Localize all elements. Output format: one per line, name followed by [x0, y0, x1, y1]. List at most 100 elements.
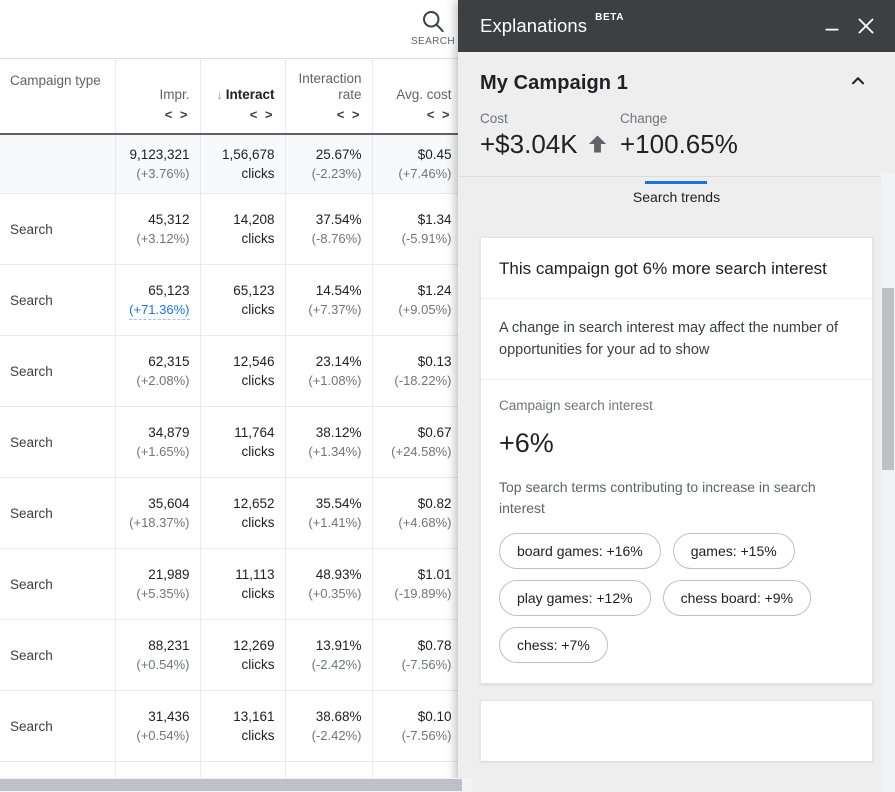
cell-interactions-unit: clicks — [211, 164, 275, 183]
cell-interaction-rate-value: 13.91% — [296, 636, 362, 655]
column-header-interactions[interactable]: ↓Interact < > — [200, 59, 285, 134]
tab-search-trends[interactable]: Search trends — [617, 181, 736, 215]
cell-interaction-rate: 48.93%(+0.35%) — [285, 549, 372, 620]
chart-delta-value: +6% — [499, 427, 609, 459]
cell-avg-cost-delta: (-18.22%) — [383, 371, 452, 390]
cell-interaction-rate: 14.54%(+7.37%) — [285, 265, 372, 336]
cell-interactions-value: 14,208 — [211, 210, 275, 229]
sort-descending-icon: ↓ — [216, 87, 223, 102]
table-row[interactable]: Search45,312(+3.12%)14,208clicks37.54%(-… — [0, 194, 472, 265]
column-header-campaign-type[interactable]: Campaign type — [0, 59, 115, 134]
cell-impressions: 62,315(+2.08%) — [115, 336, 200, 407]
table-body: 9,123,321(+3.76%)1,56,678clicks25.67%(-2… — [0, 134, 472, 792]
column-resize-handle[interactable]: < > — [126, 107, 190, 123]
cell-campaign-type: Search — [0, 336, 115, 407]
search-term-chip[interactable]: games: +15% — [673, 533, 795, 569]
column-header-avg-cost[interactable]: Avg. cost < > — [372, 59, 462, 134]
cell-interactions-unit: clicks — [211, 371, 275, 390]
column-header-impressions[interactable]: Impr. < > — [115, 59, 200, 134]
cell-impressions-delta[interactable]: (+71.36%) — [129, 300, 189, 320]
top-terms-label: Top search terms contributing to increas… — [499, 477, 854, 519]
cell-avg-cost-delta: (-19.89%) — [383, 584, 452, 603]
cell-avg-cost-delta: (+24.58%) — [383, 442, 452, 461]
cell-impressions: 34,879(+1.65%) — [115, 407, 200, 478]
arrow-up-icon — [588, 133, 607, 155]
search-term-chip[interactable]: play games: +12% — [499, 580, 651, 616]
cell-interactions-value: 13,161 — [211, 707, 275, 726]
minimize-button[interactable] — [815, 9, 849, 43]
cell-campaign-type: Search — [0, 620, 115, 691]
cell-interactions-value: 1,56,678 — [211, 145, 275, 164]
column-header-text: Interact — [226, 87, 275, 102]
cell-avg-cost-delta: (-7.56%) — [383, 655, 452, 674]
column-resize-handle[interactable]: < > — [296, 107, 362, 123]
table-summary-row[interactable]: 9,123,321(+3.76%)1,56,678clicks25.67%(-2… — [0, 134, 472, 194]
cell-interaction-rate-delta: (-2.42%) — [296, 726, 362, 745]
collapse-button[interactable] — [843, 68, 873, 99]
search-term-chip[interactable]: chess board: +9% — [663, 580, 811, 616]
cell-avg-cost: $0.13(-18.22%) — [372, 336, 462, 407]
cell-interaction-rate-value: 48.93% — [296, 565, 362, 584]
cell-impressions: 65,123(+71.36%) — [115, 265, 200, 336]
cell-campaign-type — [0, 134, 115, 194]
cell-interaction-rate: 37.54%(-8.76%) — [285, 194, 372, 265]
search-term-chip[interactable]: chess: +7% — [499, 627, 608, 663]
cell-interaction-rate: 38.12%(+1.34%) — [285, 407, 372, 478]
cell-avg-cost-value: $0.10 — [383, 707, 452, 726]
card-description: A change in search interest may affect t… — [481, 299, 872, 380]
cell-avg-cost-value: $0.78 — [383, 636, 452, 655]
cell-impressions: 45,312(+3.12%) — [115, 194, 200, 265]
cell-avg-cost-value: $1.24 — [383, 281, 452, 300]
cell-impressions-delta: (+3.76%) — [126, 164, 190, 183]
table-row[interactable]: Search21,989(+5.35%)11,113clicks48.93%(+… — [0, 549, 472, 620]
column-resize-handle[interactable]: < > — [211, 107, 275, 123]
table-row[interactable]: Search88,231(+0.54%)12,269clicks13.91%(-… — [0, 620, 472, 691]
cell-interactions-value: 12,546 — [211, 352, 275, 371]
campaign-name-row: My Campaign 1 — [480, 68, 873, 99]
cell-avg-cost-delta: (+9.05%) — [383, 300, 452, 319]
cell-interactions: 12,269clicks — [200, 620, 285, 691]
close-button[interactable] — [849, 9, 883, 43]
cell-interaction-rate-value: 23.14% — [296, 352, 362, 371]
cell-avg-cost-value: $0.45 — [383, 145, 452, 164]
chevron-up-icon — [847, 79, 869, 96]
cell-interactions-value: 11,764 — [211, 423, 275, 442]
cell-interaction-rate-delta: (+7.37%) — [296, 300, 362, 319]
cell-campaign-type: Search — [0, 194, 115, 265]
cell-campaign-type: Search — [0, 549, 115, 620]
cell-interactions: 65,123clicks — [200, 265, 285, 336]
cell-avg-cost: $0.10(-7.56%) — [372, 691, 462, 762]
search-term-chip[interactable]: board games: +16% — [499, 533, 661, 569]
campaigns-table: Campaign type Impr. < > ↓Interact < > In… — [0, 59, 472, 792]
horizontal-scrollbar-thumb[interactable] — [0, 779, 462, 791]
horizontal-scrollbar[interactable] — [0, 778, 472, 792]
table-row[interactable]: Search35,604(+18.37%)12,652clicks35.54%(… — [0, 478, 472, 549]
search-button[interactable]: SEARCH — [402, 7, 464, 47]
chart-section-label: Campaign search interest — [499, 398, 854, 413]
cell-interaction-rate-delta: (+0.35%) — [296, 584, 362, 603]
table-row[interactable]: Search34,879(+1.65%)11,764clicks38.12%(+… — [0, 407, 472, 478]
cell-interaction-rate-value: 14.54% — [296, 281, 362, 300]
screen: SEARCH Campaign type Impr. < > — [0, 0, 895, 792]
cell-interactions-value: 65,123 — [211, 281, 275, 300]
metric-cost-label: Cost — [480, 111, 620, 126]
column-resize-handle[interactable]: < > — [383, 107, 452, 123]
cell-avg-cost: $1.24(+9.05%) — [372, 265, 462, 336]
panel-vertical-scrollbar[interactable] — [881, 173, 895, 792]
panel-vertical-scrollbar-thumb[interactable] — [882, 288, 894, 470]
cell-campaign-type: Search — [0, 407, 115, 478]
metric-change-value: +100.65% — [620, 128, 738, 160]
table-row[interactable]: Search31,436(+0.54%)13,161clicks38.68%(-… — [0, 691, 472, 762]
table-row[interactable]: Search65,123(+71.36%)65,123clicks14.54%(… — [0, 265, 472, 336]
cell-impressions-delta: (+3.12%) — [126, 229, 190, 248]
cell-avg-cost-delta: (+4.68%) — [383, 513, 452, 532]
cell-campaign-type: Search — [0, 478, 115, 549]
cell-impressions-delta: (+5.35%) — [126, 584, 190, 603]
campaign-name: My Campaign 1 — [480, 72, 628, 95]
table-row[interactable]: Search62,315(+2.08%)12,546clicks23.14%(+… — [0, 336, 472, 407]
minimize-icon — [821, 15, 843, 37]
beta-badge: BETA — [595, 12, 624, 23]
column-header-interaction-rate[interactable]: Interaction rate < > — [285, 59, 372, 134]
cell-avg-cost-value: $1.01 — [383, 565, 452, 584]
cell-interaction-rate-value: 37.54% — [296, 210, 362, 229]
